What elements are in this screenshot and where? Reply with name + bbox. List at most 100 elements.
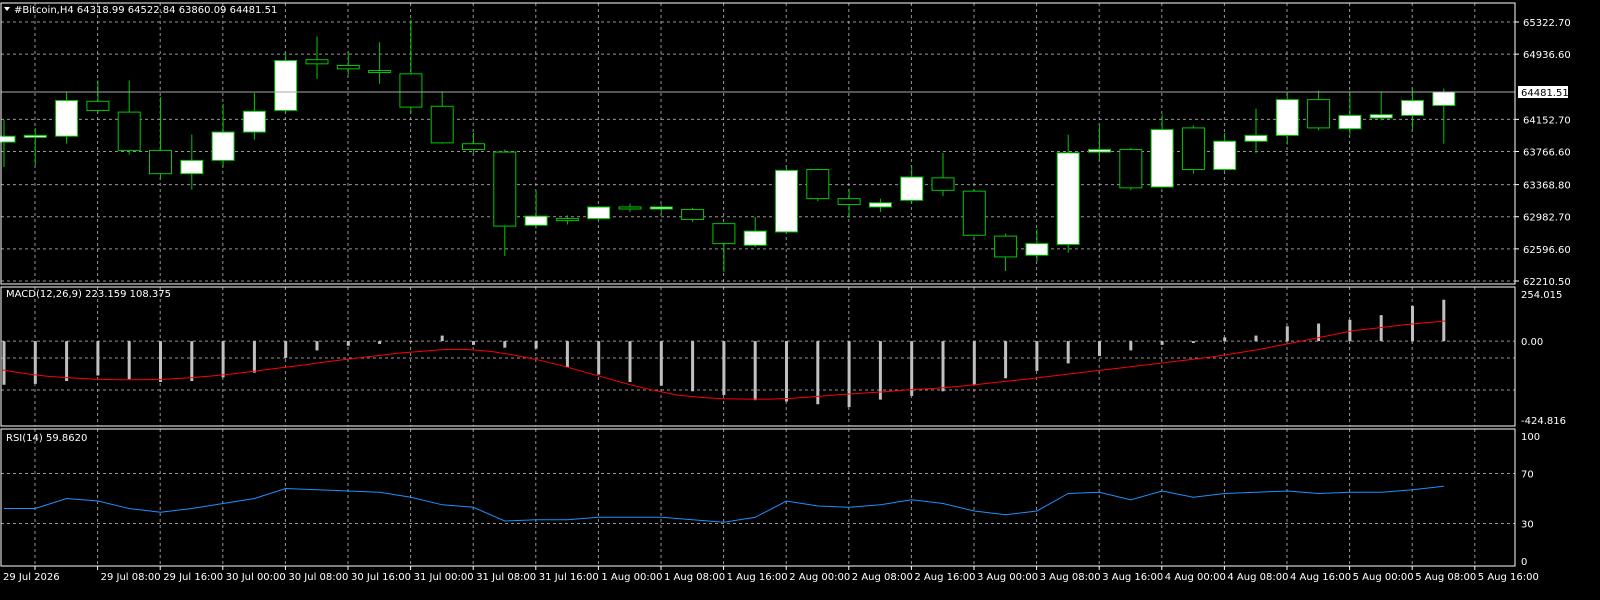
candle-body xyxy=(1338,114,1362,130)
macd-bar xyxy=(65,341,69,382)
macd-bar xyxy=(785,341,788,402)
price-tick-label: 62596.60 xyxy=(1523,245,1571,256)
candle-body xyxy=(305,59,329,65)
candle-body xyxy=(681,208,705,220)
candle-body xyxy=(994,235,1018,258)
candle-body xyxy=(1401,99,1424,116)
time-tick-label: 30 Jul 08:00 xyxy=(288,572,348,583)
candle-body xyxy=(900,176,924,201)
candle-body xyxy=(587,206,611,220)
time-tick-label: 2 Aug 00:00 xyxy=(789,572,850,583)
macd-bar xyxy=(1004,341,1008,379)
time-tick-label: 29 Jul 08:00 xyxy=(101,572,161,583)
candle-body xyxy=(649,206,673,210)
macd-bar xyxy=(659,341,663,386)
macd-bar xyxy=(1442,299,1446,342)
macd-bar xyxy=(1317,323,1321,342)
price-tick-label: 64936.60 xyxy=(1523,50,1571,61)
macd-bar xyxy=(1160,341,1164,345)
macd-bar xyxy=(96,341,100,376)
macd-tick-label: 0.00 xyxy=(1521,337,1543,348)
macd-bar xyxy=(346,341,350,346)
price-tick-label: 63766.60 xyxy=(1523,148,1571,159)
macd-bar xyxy=(190,341,194,382)
macd-bar xyxy=(597,341,601,375)
macd-bar xyxy=(440,335,444,342)
macd-bar xyxy=(503,341,507,348)
time-tick-label: 29 Jul 2026 xyxy=(3,572,60,583)
price-axis: 62210.50 62596.60 62982.70 63368.80 63766.60… xyxy=(1515,18,1571,288)
time-tick-label: 1 Aug 00:00 xyxy=(601,572,662,583)
candle-body xyxy=(274,60,298,111)
trading-chart[interactable]: #Bitcoin,H4 64318.99 64522.84 63860.09 6… xyxy=(0,0,1600,600)
time-tick-label: 30 Jul 00:00 xyxy=(226,572,286,583)
candle-body xyxy=(1369,114,1393,119)
time-tick-label: 1 Aug 16:00 xyxy=(727,572,788,583)
macd-tick-label: -424.816 xyxy=(1521,416,1566,427)
candle-body xyxy=(1244,134,1268,142)
macd-bar xyxy=(628,341,632,382)
macd-bar xyxy=(127,341,131,380)
candle-body xyxy=(1181,127,1205,171)
current-price-text: 64481.51 xyxy=(1521,88,1569,99)
macd-bar xyxy=(534,341,538,349)
price-tick-label: 65322.70 xyxy=(1523,18,1571,29)
candle-body xyxy=(86,100,110,111)
macd-bar xyxy=(816,341,820,405)
time-tick-label: 31 Jul 16:00 xyxy=(539,572,599,583)
candle-body xyxy=(1088,149,1111,153)
time-tick-label: 2 Aug 16:00 xyxy=(914,572,975,583)
time-tick-label: 3 Aug 08:00 xyxy=(1040,572,1101,583)
price-tick-label: 62982.70 xyxy=(1523,213,1571,224)
candle-body xyxy=(430,105,454,144)
candle-body xyxy=(1119,149,1143,189)
candle-body xyxy=(806,169,830,200)
macd-bar xyxy=(753,341,757,401)
price-tick-label: 62210.50 xyxy=(1523,277,1571,288)
candle-body xyxy=(1432,91,1456,107)
macd-bar xyxy=(2,341,6,385)
candle-body xyxy=(0,135,16,143)
macd-bar xyxy=(284,341,288,358)
macd-bar xyxy=(159,341,162,382)
candle-body xyxy=(180,159,204,175)
price-tick-label: 63368.80 xyxy=(1523,181,1571,192)
macd-bar xyxy=(1066,341,1070,364)
candle-body xyxy=(55,99,79,137)
candle-body xyxy=(23,134,47,138)
candle-body xyxy=(336,64,360,70)
candle-body xyxy=(1213,140,1237,171)
macd-tick-label: 254.015 xyxy=(1521,290,1562,301)
macd-bar xyxy=(252,341,256,373)
time-tick-label: 3 Aug 16:00 xyxy=(1102,572,1163,583)
candle-body xyxy=(743,230,767,246)
macd-bar xyxy=(221,341,225,378)
candle-body xyxy=(117,111,141,151)
candle-body xyxy=(775,169,798,233)
time-tick-label: 31 Jul 08:00 xyxy=(476,572,536,583)
time-tick-label: 3 Aug 00:00 xyxy=(977,572,1038,583)
candle-body xyxy=(712,223,736,245)
time-tick-label: 5 Aug 16:00 xyxy=(1478,572,1539,583)
macd-bar xyxy=(1098,341,1101,356)
current-price-badge: 64481.51 xyxy=(1518,86,1569,99)
time-tick-label: 5 Aug 00:00 xyxy=(1353,572,1414,583)
macd-bar xyxy=(1191,341,1195,344)
chart-background xyxy=(0,0,1600,600)
macd-bar xyxy=(565,341,569,368)
macd-bar xyxy=(722,341,726,395)
rsi-tick-label: 100 xyxy=(1521,432,1540,443)
candle-body xyxy=(1025,243,1049,256)
candle-body xyxy=(1150,129,1174,188)
macd-bar xyxy=(1379,315,1383,342)
macd-bar xyxy=(847,341,851,408)
rsi-title: RSI(14) 59.8620 xyxy=(6,433,87,444)
candle-body xyxy=(1056,152,1080,245)
time-tick-label: 2 Aug 08:00 xyxy=(852,572,913,583)
candle-body xyxy=(524,215,548,226)
macd-bar xyxy=(972,341,976,385)
macd-bar xyxy=(33,341,37,384)
macd-bar xyxy=(315,341,319,351)
candle-body xyxy=(1307,99,1331,129)
macd-bar xyxy=(1348,319,1352,342)
